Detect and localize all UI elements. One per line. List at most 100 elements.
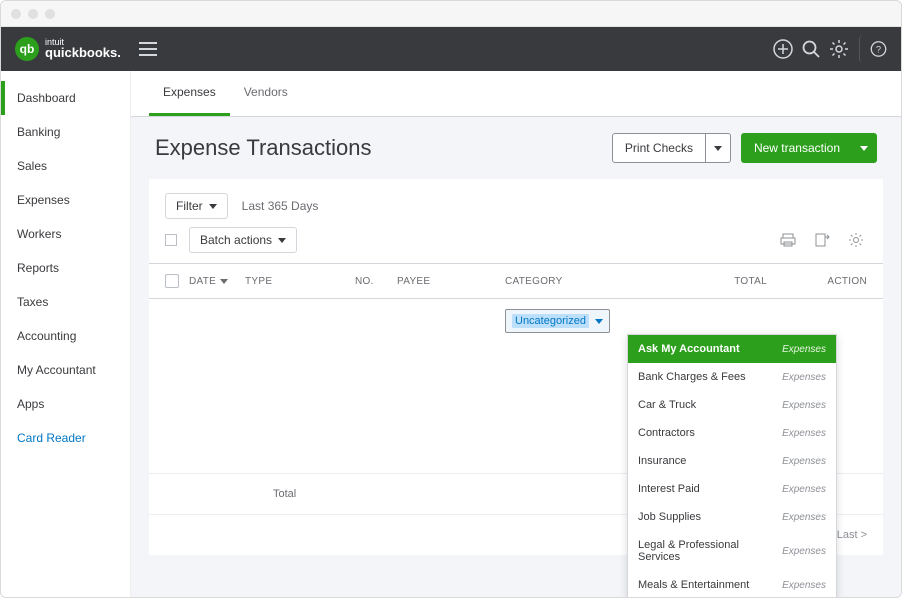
table-header: DATE TYPE NO. PAYEE CATEGORY TOTAL ACTIO… [149, 263, 883, 299]
window-min-dot[interactable] [28, 9, 38, 19]
col-category[interactable]: CATEGORY [505, 274, 681, 288]
dropdown-item[interactable]: Ask My Accountant Expenses [628, 335, 836, 363]
print-icon[interactable] [777, 229, 799, 251]
sidebar-item-sales[interactable]: Sales [1, 149, 130, 183]
col-payee[interactable]: PAYEE [397, 274, 505, 288]
hamburger-menu-icon[interactable] [139, 42, 157, 56]
button-label: Filter [176, 199, 203, 213]
dropdown-item-label: Car & Truck [638, 399, 696, 411]
brand-text: intuit quickbooks. [45, 38, 121, 60]
sidebar-item-accounting[interactable]: Accounting [1, 319, 130, 353]
dropdown-item[interactable]: Insurance Expenses [628, 447, 836, 475]
sidebar-item-reports[interactable]: Reports [1, 251, 130, 285]
batch-actions-button[interactable]: Batch actions [189, 227, 297, 253]
chevron-down-icon [278, 238, 286, 243]
col-label: TOTAL [734, 276, 767, 287]
chevron-down-icon [595, 319, 603, 324]
filter-button[interactable]: Filter [165, 193, 228, 219]
dropdown-item[interactable]: Car & TruckExpenses [628, 391, 836, 419]
sidebar-item-label: Card Reader [17, 431, 86, 445]
dropdown-item[interactable]: Legal & Professional ServicesExpenses [628, 531, 836, 571]
dropdown-item-label: Interest Paid [638, 483, 700, 495]
sidebar-item-label: Accounting [17, 329, 76, 343]
filter-range-label: Last 365 Days [242, 199, 319, 213]
dropdown-item-label: Contractors [638, 427, 695, 439]
tab-label: Vendors [244, 85, 288, 99]
dropdown-item-group: Expenses [782, 456, 826, 467]
dropdown-item-label: Bank Charges & Fees [638, 371, 746, 383]
sidebar-item-label: Banking [17, 125, 60, 139]
col-label: PAYEE [397, 276, 430, 287]
col-action: ACTION [767, 274, 867, 288]
dropdown-item[interactable]: ContractorsExpenses [628, 419, 836, 447]
total-label: Total [273, 488, 296, 500]
col-label: TYPE [245, 276, 272, 287]
category-dropdown: Ask My Accountant Expenses Bank Charges &… [627, 334, 837, 597]
dropdown-item-group: Expenses [782, 344, 826, 355]
sidebar-item-label: Workers [17, 227, 61, 241]
batch-row: Batch actions [149, 227, 883, 263]
col-type[interactable]: TYPE [245, 274, 355, 288]
button-label: Print Checks [613, 141, 705, 155]
help-icon[interactable]: ? [859, 35, 887, 63]
button-label: New transaction [742, 141, 852, 155]
dropdown-item-group: Expenses [782, 372, 826, 383]
chevron-down-icon[interactable] [852, 134, 876, 162]
gear-icon[interactable] [825, 35, 853, 63]
sidebar-item-label: Dashboard [17, 91, 76, 105]
tab-vendors[interactable]: Vendors [230, 71, 302, 116]
dropdown-item-label: Legal & Professional Services [638, 539, 782, 563]
chevron-down-icon[interactable] [705, 134, 730, 162]
sidebar-item-label: Taxes [17, 295, 48, 309]
new-transaction-button[interactable]: New transaction [741, 133, 877, 163]
sidebar-nav: Dashboard Banking Sales Expenses Workers… [1, 71, 131, 597]
page-title: Expense Transactions [155, 135, 371, 161]
col-date[interactable]: DATE [189, 274, 245, 288]
dropdown-item-label: Meals & Entertainment [638, 579, 749, 591]
sidebar-item-card-reader[interactable]: Card Reader [1, 421, 130, 455]
col-no[interactable]: NO. [355, 274, 397, 288]
col-total[interactable]: TOTAL [681, 274, 767, 288]
sidebar-item-banking[interactable]: Banking [1, 115, 130, 149]
col-label: DATE [189, 276, 216, 287]
dropdown-item-group: Expenses [782, 580, 826, 591]
dropdown-item[interactable]: Job SuppliesExpenses [628, 503, 836, 531]
dropdown-item[interactable]: Bank Charges & Fees Expenses [628, 363, 836, 391]
chevron-down-icon [209, 204, 217, 209]
dropdown-item-group: Expenses [782, 546, 826, 557]
select-partial-checkbox[interactable] [165, 234, 177, 246]
filter-bar: Filter Last 365 Days [149, 179, 883, 227]
dropdown-item-label: Ask My Accountant [638, 343, 740, 355]
dropdown-item[interactable]: Meals & Entertainment Expenses [628, 571, 836, 597]
sidebar-item-taxes[interactable]: Taxes [1, 285, 130, 319]
sidebar-item-dashboard[interactable]: Dashboard [1, 81, 130, 115]
settings-gear-icon[interactable] [845, 229, 867, 251]
window-max-dot[interactable] [45, 9, 55, 19]
col-label: NO. [355, 276, 374, 287]
category-select[interactable]: Uncategorized [505, 309, 610, 333]
search-icon[interactable] [797, 35, 825, 63]
create-icon[interactable] [769, 35, 797, 63]
sidebar-item-label: Sales [17, 159, 47, 173]
sidebar-item-my-accountant[interactable]: My Accountant [1, 353, 130, 387]
tab-expenses[interactable]: Expenses [149, 71, 230, 116]
dropdown-item-group: Expenses [782, 484, 826, 495]
dropdown-item-group: Expenses [782, 512, 826, 523]
sidebar-item-workers[interactable]: Workers [1, 217, 130, 251]
tab-label: Expenses [163, 85, 216, 99]
qb-logo-icon: qb [15, 37, 39, 61]
dropdown-item[interactable]: Interest Paid Expenses [628, 475, 836, 503]
page-tabs: Expenses Vendors [131, 71, 901, 117]
dropdown-item-label: Insurance [638, 455, 686, 467]
sidebar-item-expenses[interactable]: Expenses [1, 183, 130, 217]
sidebar-item-label: My Accountant [17, 363, 96, 377]
window-close-dot[interactable] [11, 9, 21, 19]
svg-text:?: ? [876, 44, 881, 54]
select-all-checkbox[interactable] [165, 274, 179, 288]
print-checks-button[interactable]: Print Checks [612, 133, 731, 163]
page-header: Expense Transactions Print Checks New tr… [131, 117, 901, 179]
col-label: CATEGORY [505, 276, 563, 287]
export-icon[interactable] [811, 229, 833, 251]
sidebar-item-apps[interactable]: Apps [1, 387, 130, 421]
sidebar-item-label: Apps [17, 397, 44, 411]
